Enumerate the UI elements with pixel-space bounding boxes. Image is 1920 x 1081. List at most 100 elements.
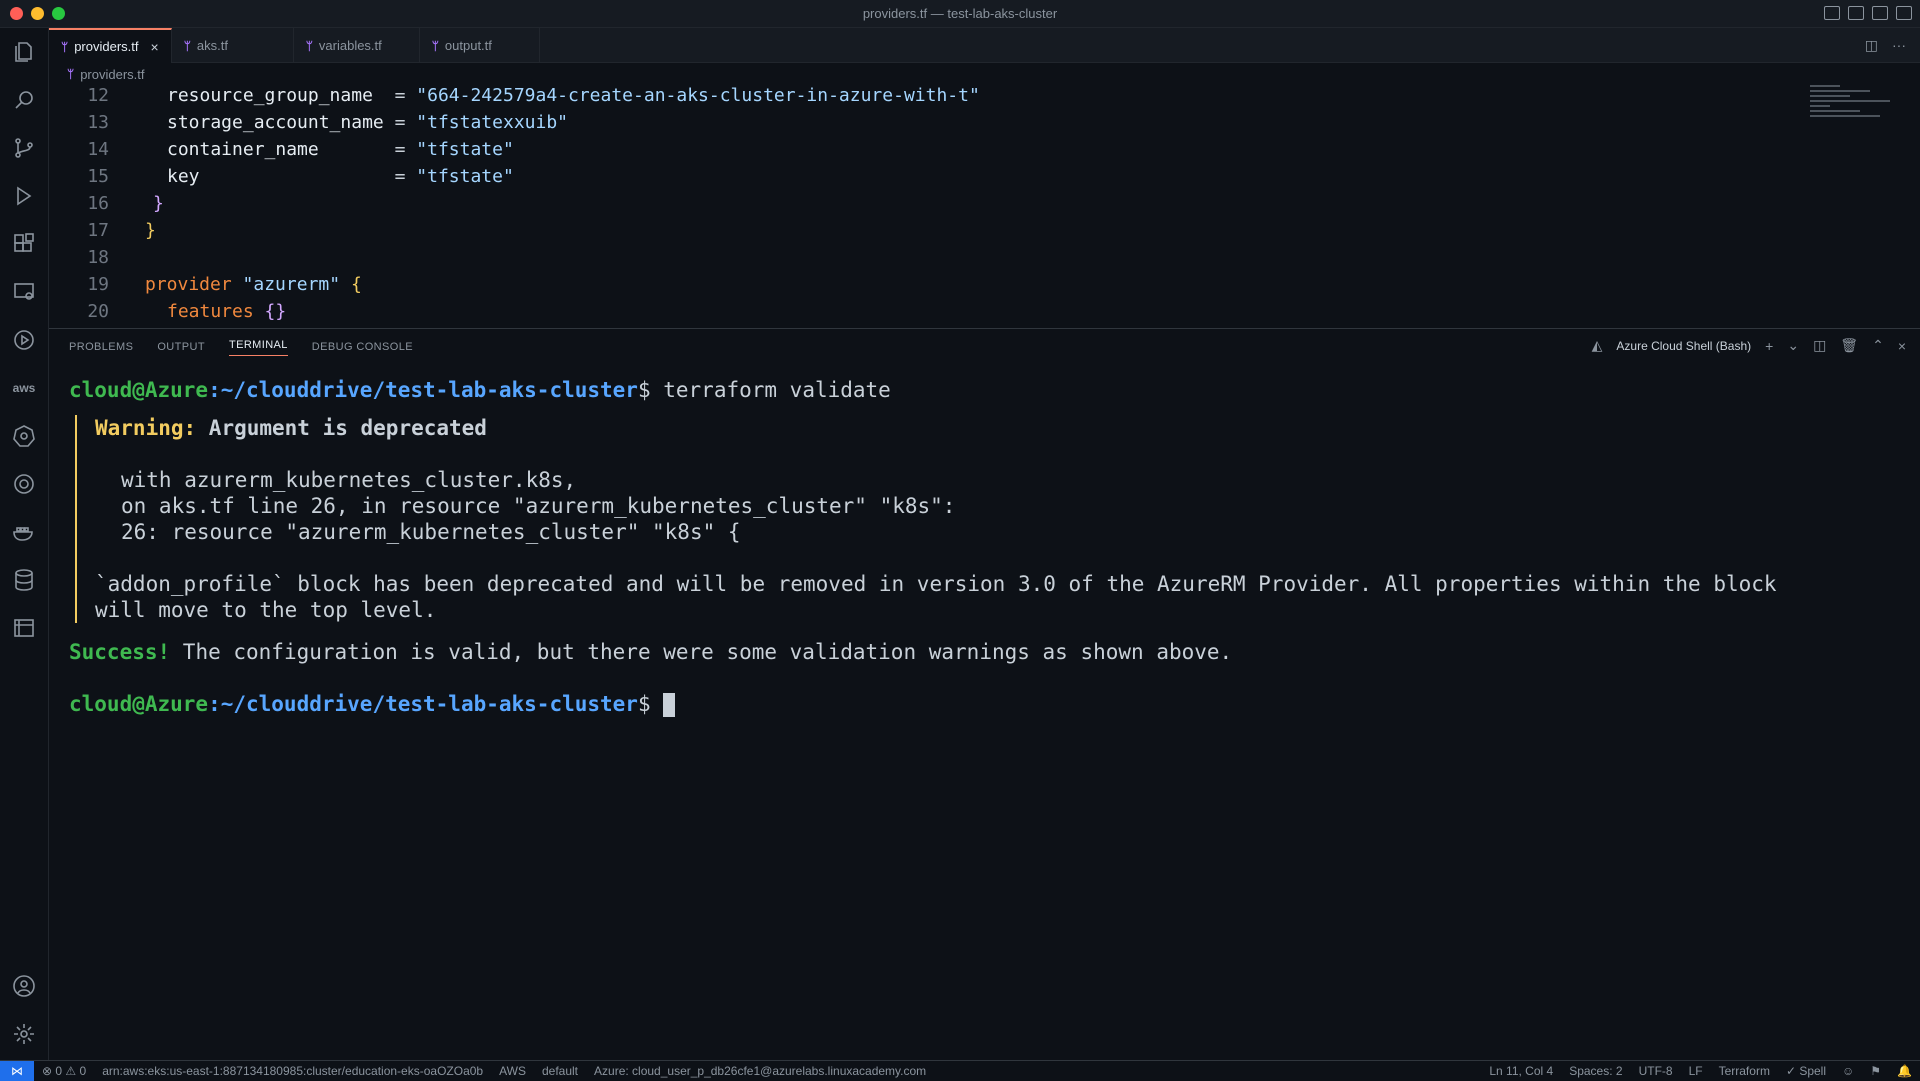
play-icon[interactable]: [10, 326, 38, 354]
line-number: 15: [87, 166, 109, 187]
more-actions-icon[interactable]: ···: [1892, 37, 1906, 53]
aws-icon[interactable]: aws: [10, 374, 38, 402]
toggle-secondary-sidebar-icon[interactable]: [1872, 6, 1888, 20]
kubernetes-icon[interactable]: [10, 422, 38, 450]
remote-icon[interactable]: ⋈: [0, 1060, 34, 1081]
chevron-down-icon[interactable]: ⌄: [1787, 337, 1799, 354]
warning-title: Argument is deprecated: [196, 416, 487, 440]
breadcrumb-file[interactable]: providers.tf: [80, 67, 144, 82]
terminal-actions: ◭ Azure Cloud Shell (Bash) + ⌄ ◫ 🗑 ⌃ ×: [1592, 337, 1906, 354]
maximize-panel-icon[interactable]: ⌃: [1872, 337, 1884, 354]
new-terminal-icon[interactable]: +: [1765, 338, 1773, 354]
terminal-prompt-line: cloud@Azure:~/clouddrive/test-lab-aks-cl…: [69, 378, 891, 402]
warning-detail: 26: resource "azurerm_kubernetes_cluster…: [121, 520, 741, 544]
cursor-position[interactable]: Ln 11, Col 4: [1481, 1064, 1561, 1078]
close-window-button[interactable]: [10, 7, 23, 20]
code-string: "tfstate": [416, 166, 514, 187]
success-message: The configuration is valid, but there we…: [170, 640, 1233, 664]
docker-icon[interactable]: [10, 518, 38, 546]
feedback-icon[interactable]: ⚑: [1862, 1064, 1889, 1078]
copilot-icon[interactable]: ☺: [1834, 1064, 1862, 1078]
activity-bar: aws: [0, 28, 49, 1060]
minimap[interactable]: [1810, 82, 1900, 142]
tab-debug-console[interactable]: DEBUG CONSOLE: [312, 341, 413, 353]
tab-problems[interactable]: PROBLEMS: [69, 341, 133, 353]
editor-tabs: ᛘ providers.tf × ᛘ aks.tf ᛘ variables.tf…: [49, 28, 1920, 63]
tab-label: output.tf: [444, 38, 492, 53]
line-number: 16: [87, 193, 109, 214]
code-line: 18: [49, 244, 1920, 271]
terraform-icon: ᛘ: [183, 38, 191, 53]
storage-icon[interactable]: [10, 614, 38, 642]
azure-account-status[interactable]: Azure: cloud_user_p_db26cfe1@azurelabs.l…: [586, 1064, 934, 1078]
code-string: "tfstatexxuib": [416, 112, 568, 133]
window-title: providers.tf — test-lab-aks-cluster: [862, 6, 1058, 21]
trash-icon[interactable]: 🗑: [1840, 337, 1858, 354]
aws-profile-status[interactable]: default: [534, 1064, 586, 1078]
search-icon[interactable]: [10, 86, 38, 114]
code-line: 13 storage_account_name = "tfstatexxuib": [49, 109, 1920, 136]
end-of-line[interactable]: LF: [1681, 1064, 1711, 1078]
tab-terminal[interactable]: TERMINAL: [228, 339, 288, 356]
split-editor-icon[interactable]: ◫: [1865, 37, 1878, 54]
spell-check[interactable]: ✓ Spell: [1778, 1064, 1834, 1078]
prompt-path: :~/clouddrive/test-lab-aks-cluster: [208, 692, 638, 716]
aws-status[interactable]: AWS: [491, 1064, 534, 1078]
code-key: storage_account_name: [167, 112, 384, 133]
success-label: Success!: [69, 640, 171, 664]
explorer-icon[interactable]: [10, 38, 38, 66]
code-keyword: provider: [145, 274, 232, 295]
warning-description: `addon_profile` block has been deprecate…: [95, 572, 1777, 596]
line-number: 18: [87, 247, 109, 268]
tab-output[interactable]: OUTPUT: [157, 341, 205, 353]
tab-providers[interactable]: ᛘ providers.tf ×: [49, 28, 172, 63]
customize-layout-icon[interactable]: [1896, 6, 1912, 20]
encoding[interactable]: UTF-8: [1631, 1064, 1681, 1078]
close-tab-icon[interactable]: ×: [151, 39, 159, 55]
warning-description: will move to the top level.: [95, 598, 437, 622]
code-string: "azurerm": [242, 274, 341, 295]
bottom-panel: PROBLEMS OUTPUT TERMINAL DEBUG CONSOLE ◭…: [49, 328, 1920, 1060]
run-debug-icon[interactable]: [10, 182, 38, 210]
toggle-sidebar-icon[interactable]: [1824, 6, 1840, 20]
minimize-window-button[interactable]: [31, 7, 44, 20]
notifications-bell-icon[interactable]: 🔔: [1889, 1064, 1920, 1078]
code-keyword: features: [167, 301, 254, 322]
source-control-icon[interactable]: [10, 134, 38, 162]
toggle-panel-icon[interactable]: [1848, 6, 1864, 20]
indentation[interactable]: Spaces: 2: [1561, 1064, 1630, 1078]
status-bar: ⋈ ⊗ 0 ⚠ 0 arn:aws:eks:us-east-1:88713418…: [0, 1060, 1920, 1081]
eks-cluster-status[interactable]: arn:aws:eks:us-east-1:887134180985:clust…: [94, 1064, 491, 1078]
problems-status[interactable]: ⊗ 0 ⚠ 0: [34, 1064, 94, 1078]
extensions-icon[interactable]: [10, 230, 38, 258]
title-bar: providers.tf — test-lab-aks-cluster: [0, 0, 1920, 28]
terminal[interactable]: cloud@Azure :~/clouddrive/test-lab-aks-cl…: [49, 365, 1920, 729]
remote-explorer-icon[interactable]: [10, 278, 38, 306]
split-terminal-icon[interactable]: ◫: [1813, 337, 1826, 354]
gitlens-icon[interactable]: [10, 470, 38, 498]
settings-gear-icon[interactable]: [10, 1020, 38, 1048]
code-line: 14 container_name = "tfstate": [49, 136, 1920, 163]
tab-variables[interactable]: ᛘ variables.tf: [294, 28, 420, 63]
code-editor[interactable]: 12 resource_group_name = "664-242579a4-c…: [49, 82, 1920, 328]
tab-label: variables.tf: [318, 38, 382, 53]
code-key: key: [167, 166, 200, 187]
tab-aks[interactable]: ᛘ aks.tf: [172, 28, 294, 63]
account-icon[interactable]: [10, 972, 38, 1000]
tab-label: providers.tf: [74, 39, 139, 54]
code-key: container_name: [167, 139, 319, 160]
maximize-window-button[interactable]: [52, 7, 65, 20]
warning-detail: with azurerm_kubernetes_cluster.k8s,: [121, 468, 577, 492]
tab-output[interactable]: ᛘ output.tf: [420, 28, 540, 63]
terminal-shell-selector[interactable]: Azure Cloud Shell (Bash): [1616, 339, 1751, 353]
line-number: 20: [87, 301, 109, 322]
database-icon[interactable]: [10, 566, 38, 594]
line-number: 14: [87, 139, 109, 160]
line-number: 13: [87, 112, 109, 133]
close-panel-icon[interactable]: ×: [1898, 338, 1906, 354]
prompt-user: cloud@Azure: [69, 378, 209, 402]
warning-detail: on aks.tf line 26, in resource "azurerm_…: [121, 494, 956, 518]
window-controls: [10, 7, 65, 20]
warning-label: Warning:: [95, 416, 197, 440]
language-mode[interactable]: Terraform: [1711, 1064, 1778, 1078]
